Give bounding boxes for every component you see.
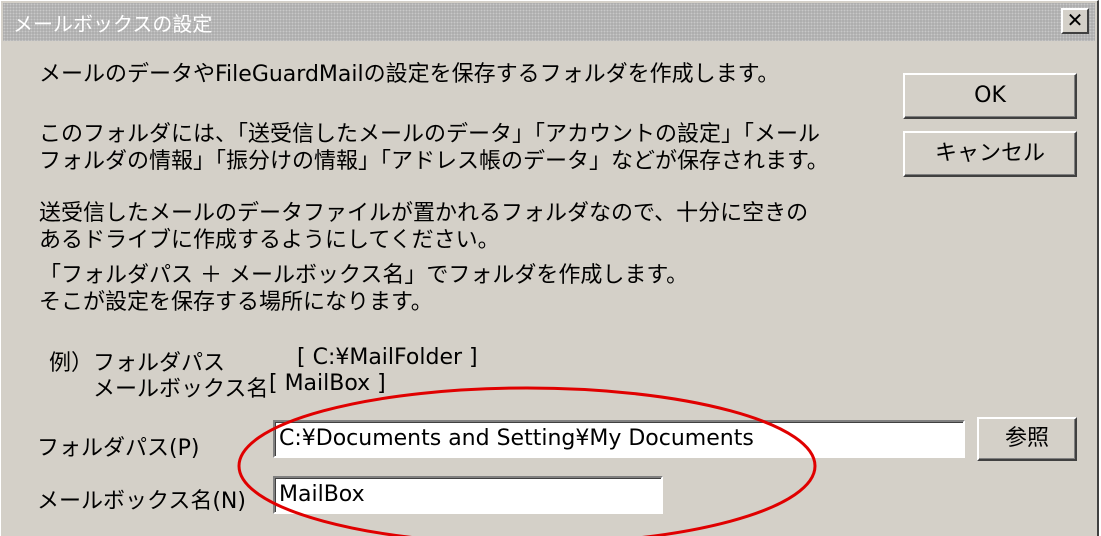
example-prefix: 例） — [49, 351, 94, 376]
description-line-2a: このフォルダには、「送受信したメールのデータ」「アカウントの設定」「メール — [39, 122, 821, 147]
description-line-3a: 送受信したメールのデータファイルが置かれるフォルダなので、十分に空きの — [39, 201, 809, 226]
description-line-1: メールのデータやFileGuardMailの設定を保存するフォルダを作成します。 — [39, 62, 780, 87]
window-title: メールボックスの設定 — [13, 12, 213, 36]
mailbox-settings-dialog: メールボックスの設定 ✕ メールのデータやFileGuardMailの設定を保存… — [0, 0, 1099, 536]
example-folder-value: [ C:¥MailFolder ] — [297, 345, 478, 370]
description-line-4a: 「フォルダパス ＋ メールボックス名」でフォルダを作成します。 — [39, 263, 689, 288]
description-line-4b: そこが設定を保存する場所になります。 — [39, 290, 433, 315]
close-button[interactable]: ✕ — [1061, 8, 1089, 34]
title-bar[interactable]: メールボックスの設定 ✕ — [3, 3, 1095, 41]
ok-button[interactable]: OK — [903, 73, 1077, 119]
mailbox-name-input[interactable]: MailBox — [273, 476, 663, 514]
folder-path-input[interactable]: C:¥Documents and Setting¥My Documents — [273, 420, 965, 458]
cancel-button[interactable]: キャンセル — [903, 131, 1077, 177]
example-mailbox-label: メールボックス名 — [93, 377, 269, 402]
description-line-2b: フォルダの情報」「振分けの情報」「アドレス帳のデータ」などが保存されます。 — [39, 149, 829, 174]
example-mailbox-value: [ MailBox ] — [269, 371, 386, 396]
folder-path-label: フォルダパス(P) — [37, 436, 200, 461]
description-line-3b: あるドライブに作成するようにしてください。 — [39, 228, 500, 253]
close-icon: ✕ — [1066, 8, 1084, 32]
browse-button[interactable]: 参照 — [977, 417, 1077, 461]
mailbox-name-label: メールボックス名(N) — [37, 489, 246, 514]
